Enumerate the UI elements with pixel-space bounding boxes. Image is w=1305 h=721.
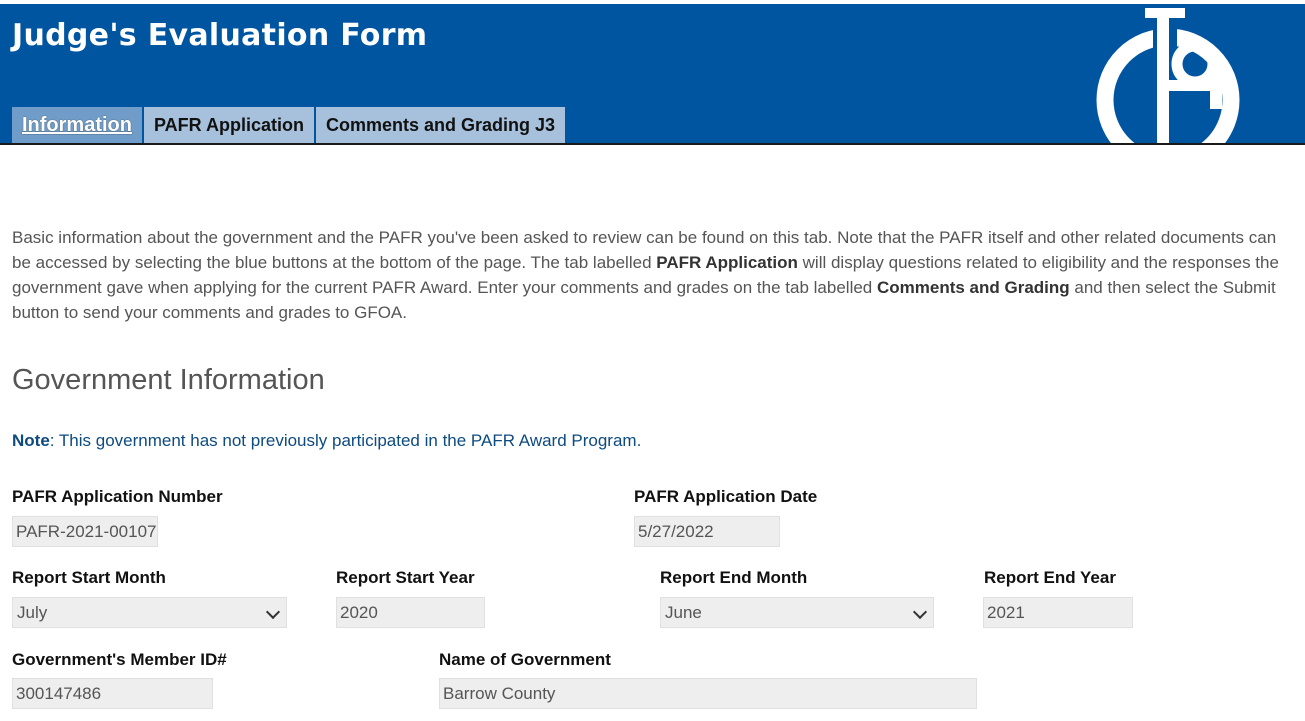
intro-bold-comments-grading: Comments and Grading — [876, 278, 1070, 297]
end-month-value: June — [665, 603, 702, 622]
intro-paragraph: Basic information about the government a… — [12, 225, 1297, 325]
tab-pafr-application[interactable]: PAFR Application — [144, 107, 314, 143]
intro-bold-pafr-application: PAFR Application — [656, 253, 798, 272]
member-id-label: Government's Member ID# — [12, 650, 227, 669]
app-number-label: PAFR Application Number — [12, 487, 223, 506]
tab-comments-and-grading[interactable]: Comments and Grading J3 — [316, 107, 566, 143]
member-id-field[interactable]: 300147486 — [12, 678, 213, 709]
header-banner: Judge's Evaluation Form Information PAFR… — [0, 4, 1305, 145]
end-month-select[interactable]: June — [660, 597, 934, 628]
tab-information[interactable]: Information — [12, 107, 142, 143]
end-month-label: Report End Month — [660, 568, 808, 587]
end-year-field[interactable]: 2021 — [983, 597, 1133, 628]
gov-name-label: Name of Government — [439, 650, 611, 669]
start-month-label: Report Start Month — [12, 568, 166, 587]
participation-note: Note: This government has not previously… — [12, 431, 641, 451]
note-label: Note — [12, 431, 50, 450]
app-date-field[interactable]: 5/27/2022 — [634, 516, 780, 547]
end-year-label: Report End Year — [984, 568, 1116, 587]
tab-bar: Information PAFR Application Comments an… — [12, 107, 567, 143]
start-year-field[interactable]: 2020 — [336, 597, 485, 628]
chevron-down-icon — [912, 604, 928, 620]
gov-name-field[interactable]: Barrow County — [439, 678, 977, 709]
start-month-select[interactable]: July — [12, 597, 287, 628]
page-title: Judge's Evaluation Form — [12, 18, 428, 53]
note-text: : This government has not previously par… — [49, 431, 642, 450]
app-number-field[interactable]: PAFR-2021-00107 — [12, 516, 158, 547]
section-title: Government Information — [12, 364, 325, 396]
app-date-label: PAFR Application Date — [634, 487, 818, 506]
start-year-label: Report Start Year — [336, 568, 475, 587]
start-month-value: July — [17, 603, 48, 622]
chevron-down-icon — [265, 604, 281, 620]
gfoa-logo-icon — [1096, 4, 1240, 143]
